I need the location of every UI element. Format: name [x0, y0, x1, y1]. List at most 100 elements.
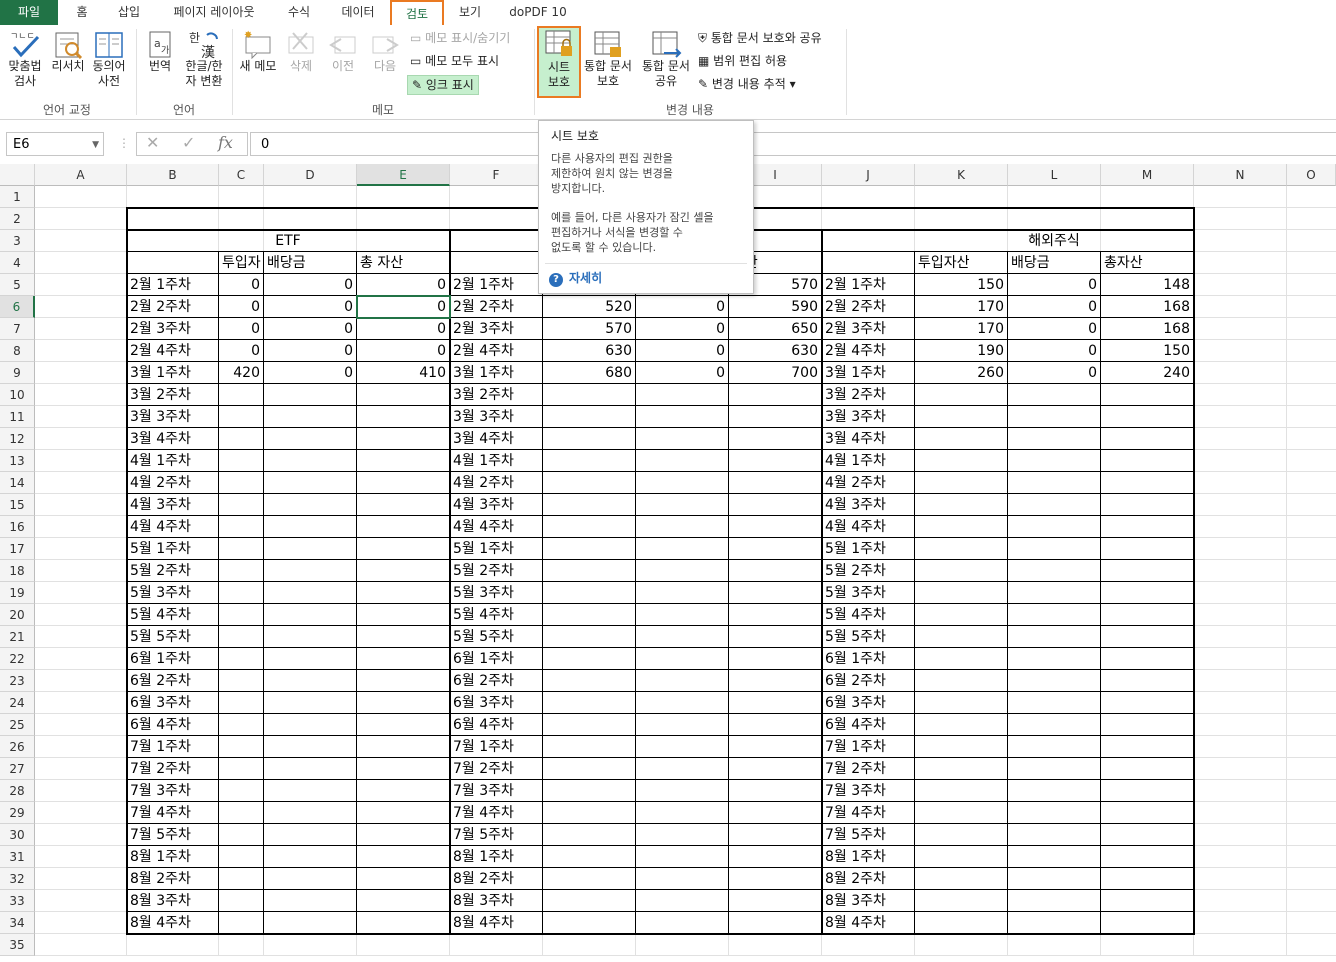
overseas-value-cell[interactable]: 0 — [1011, 297, 1097, 317]
mid-value-cell[interactable]: 0 — [639, 319, 725, 339]
week-label[interactable]: 4월 1주차 — [825, 451, 911, 471]
week-label[interactable]: 2월 2주차 — [453, 297, 539, 317]
etf-col-total[interactable]: 총 자산 — [360, 253, 446, 273]
row-header[interactable]: 3 — [0, 230, 35, 252]
tab-home[interactable]: 홈 — [66, 0, 98, 25]
tab-file[interactable]: 파일 — [0, 0, 58, 25]
week-label[interactable]: 5월 1주차 — [453, 539, 539, 559]
week-label[interactable]: 3월 4주차 — [130, 429, 215, 449]
overseas-col-dividend[interactable]: 배당금 — [1011, 253, 1097, 273]
overseas-value-cell[interactable]: 170 — [918, 297, 1004, 317]
mid-value-cell[interactable]: 700 — [732, 363, 818, 383]
week-label[interactable]: 8월 3주차 — [130, 891, 215, 911]
etf-value-cell[interactable]: 410 — [360, 363, 446, 383]
week-label[interactable]: 2월 3주차 — [825, 319, 911, 339]
week-label[interactable]: 5월 1주차 — [130, 539, 215, 559]
week-label[interactable]: 5월 3주차 — [825, 583, 911, 603]
row-header[interactable]: 4 — [0, 252, 35, 274]
week-label[interactable]: 3월 3주차 — [130, 407, 215, 427]
previous-comment-button[interactable]: 이전 — [324, 29, 362, 74]
row-header[interactable]: 6 — [0, 296, 35, 318]
spelling-button[interactable]: ㄱㄴㄷ 맞춤법 검사 — [4, 29, 46, 89]
week-label[interactable]: 4월 3주차 — [453, 495, 539, 515]
mid-value-cell[interactable]: 570 — [546, 319, 632, 339]
week-label[interactable]: 5월 5주차 — [453, 627, 539, 647]
week-label[interactable]: 8월 2주차 — [825, 869, 911, 889]
etf-header[interactable]: ETF — [130, 231, 446, 251]
week-label[interactable]: 7월 3주차 — [825, 781, 911, 801]
row-header[interactable]: 18 — [0, 560, 35, 582]
thesaurus-button[interactable]: 동의어 사전 — [88, 29, 130, 89]
row-header[interactable]: 12 — [0, 428, 35, 450]
overseas-value-cell[interactable]: 168 — [1104, 297, 1190, 317]
week-label[interactable]: 7월 1주차 — [130, 737, 215, 757]
week-label[interactable]: 2월 1주차 — [453, 275, 539, 295]
row-header[interactable]: 33 — [0, 890, 35, 912]
overseas-value-cell[interactable]: 150 — [1104, 341, 1190, 361]
row-header[interactable]: 24 — [0, 692, 35, 714]
week-label[interactable]: 3월 3주차 — [825, 407, 911, 427]
column-header-m[interactable]: M — [1101, 164, 1194, 186]
week-label[interactable]: 8월 2주차 — [130, 869, 215, 889]
week-label[interactable]: 3월 4주차 — [453, 429, 539, 449]
column-header-d[interactable]: D — [264, 164, 357, 186]
overseas-col-invested[interactable]: 투입자산 — [918, 253, 1004, 273]
overseas-value-cell[interactable]: 0 — [1011, 363, 1097, 383]
week-label[interactable]: 3월 1주차 — [130, 363, 215, 383]
week-label[interactable]: 4월 4주차 — [825, 517, 911, 537]
row-header[interactable]: 21 — [0, 626, 35, 648]
row-header[interactable]: 32 — [0, 868, 35, 890]
overseas-value-cell[interactable]: 0 — [1011, 341, 1097, 361]
mid-value-cell[interactable]: 0 — [639, 297, 725, 317]
mid-value-cell[interactable]: 630 — [546, 341, 632, 361]
column-header-f[interactable]: F — [450, 164, 543, 186]
column-header-e[interactable]: E — [357, 164, 450, 186]
week-label[interactable]: 2월 1주차 — [130, 275, 215, 295]
week-label[interactable]: 7월 3주차 — [453, 781, 539, 801]
row-header[interactable]: 9 — [0, 362, 35, 384]
translate-button[interactable]: a가 번역 — [140, 29, 180, 74]
row-header[interactable]: 2 — [0, 208, 35, 230]
week-label[interactable]: 8월 4주차 — [825, 913, 911, 933]
row-header[interactable]: 23 — [0, 670, 35, 692]
name-box[interactable]: E6 ▼ — [6, 132, 104, 156]
week-label[interactable]: 8월 1주차 — [825, 847, 911, 867]
new-comment-button[interactable]: ✸ 새 메모 — [236, 29, 280, 74]
row-header[interactable]: 25 — [0, 714, 35, 736]
row-header[interactable]: 7 — [0, 318, 35, 340]
week-label[interactable]: 4월 1주차 — [130, 451, 215, 471]
week-label[interactable]: 4월 3주차 — [825, 495, 911, 515]
week-label[interactable]: 4월 3주차 — [130, 495, 215, 515]
week-label[interactable]: 7월 2주차 — [825, 759, 911, 779]
week-label[interactable]: 6월 4주차 — [130, 715, 215, 735]
overseas-value-cell[interactable]: 170 — [918, 319, 1004, 339]
week-label[interactable]: 3월 2주차 — [825, 385, 911, 405]
row-header[interactable]: 20 — [0, 604, 35, 626]
week-label[interactable]: 2월 4주차 — [825, 341, 911, 361]
row-header[interactable]: 5 — [0, 274, 35, 296]
etf-value-cell[interactable]: 0 — [267, 341, 353, 361]
overseas-value-cell[interactable]: 190 — [918, 341, 1004, 361]
week-label[interactable]: 2월 4주차 — [453, 341, 539, 361]
week-label[interactable]: 2월 2주차 — [130, 297, 215, 317]
next-comment-button[interactable]: 다음 — [366, 29, 404, 74]
week-label[interactable]: 8월 3주차 — [453, 891, 539, 911]
tell-me-more-link[interactable]: ? 자세히 — [549, 269, 602, 287]
row-header[interactable]: 11 — [0, 406, 35, 428]
week-label[interactable]: 6월 2주차 — [453, 671, 539, 691]
week-label[interactable]: 6월 1주차 — [825, 649, 911, 669]
week-label[interactable]: 4월 1주차 — [453, 451, 539, 471]
week-label[interactable]: 4월 4주차 — [453, 517, 539, 537]
etf-value-cell[interactable]: 0 — [222, 319, 260, 339]
etf-value-cell[interactable]: 0 — [360, 319, 446, 339]
week-label[interactable]: 7월 1주차 — [825, 737, 911, 757]
mid-value-cell[interactable]: 650 — [732, 319, 818, 339]
week-label[interactable]: 3월 3주차 — [453, 407, 539, 427]
etf-value-cell[interactable]: 0 — [360, 275, 446, 295]
etf-value-cell[interactable]: 0 — [222, 341, 260, 361]
column-header-o[interactable]: O — [1287, 164, 1336, 186]
track-changes-button[interactable]: ✎ 변경 내용 추적 ▾ — [698, 75, 796, 93]
etf-value-cell[interactable]: 420 — [222, 363, 260, 383]
week-label[interactable]: 8월 1주차 — [453, 847, 539, 867]
show-hide-comment-button[interactable]: ▭ 메모 표시/숨기기 — [410, 29, 510, 47]
